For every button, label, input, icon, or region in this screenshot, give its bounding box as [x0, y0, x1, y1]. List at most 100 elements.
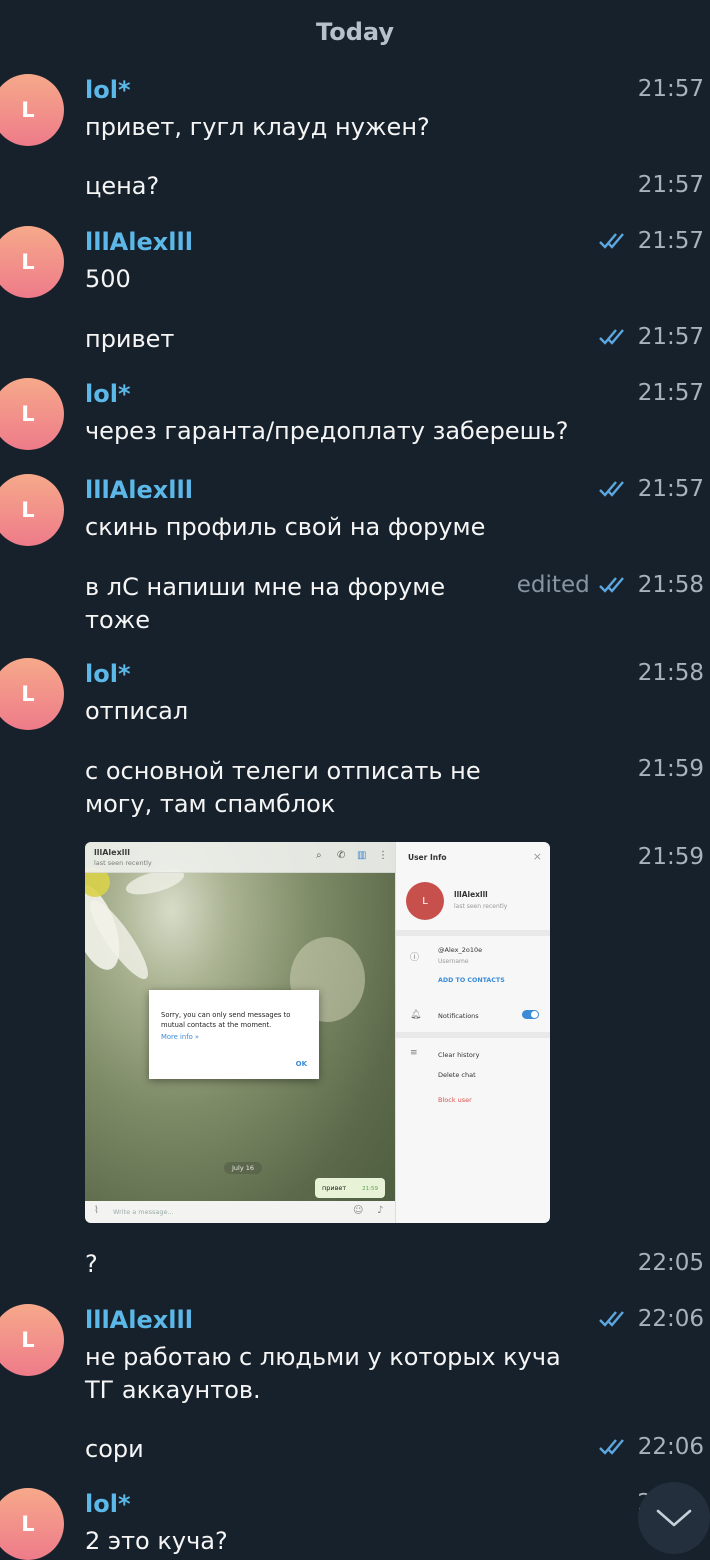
time-label: 21:57 — [637, 76, 704, 102]
sender-name[interactable]: lllAlexlll — [85, 1306, 193, 1334]
double-check-icon — [598, 481, 624, 497]
message-time: 21:59 — [638, 844, 704, 870]
photo-dialog-ok: OK — [295, 1060, 307, 1068]
time-label: 21:58 — [637, 572, 704, 598]
message-time: 21:57 — [598, 228, 704, 254]
message-text: 500 — [85, 265, 131, 293]
photo-panel-name: lllAlexlll — [454, 890, 488, 899]
avatar[interactable]: L — [0, 1488, 64, 1560]
emoji-icon: ☺ — [353, 1205, 364, 1216]
avatar[interactable]: L — [0, 226, 64, 298]
time-label: 21:57 — [637, 324, 704, 350]
avatar[interactable]: L — [0, 74, 64, 146]
photo-chat-name: lllAlexlll — [94, 848, 130, 857]
sender-name[interactable]: lol* — [85, 380, 131, 408]
message-time: 21:58 — [638, 660, 704, 686]
photo-attachment[interactable]: lllAlexlll last seen recently ⌕ ✆ ▥ ⋮ So… — [85, 842, 550, 1223]
sender-name[interactable]: lllAlexlll — [85, 228, 193, 256]
bell-icon: 🔔︎ — [410, 1010, 422, 1020]
double-check-icon — [598, 577, 624, 593]
message-text: привет, гугл клауд нужен? — [85, 113, 430, 141]
time-label: 21:57 — [637, 476, 704, 502]
list-icon: ≡ — [410, 1048, 418, 1058]
message-text: сори — [85, 1435, 144, 1463]
attach-icon: ⌇ — [94, 1205, 99, 1216]
avatar[interactable]: L — [0, 474, 64, 546]
time-label: 21:59 — [637, 844, 704, 870]
photo-panel-delete-chat: Delete chat — [438, 1071, 476, 1079]
photo-panel-notifications: Notifications — [438, 1012, 479, 1020]
time-label: 22:05 — [637, 1250, 704, 1276]
message-line: в лС напиши мне на форуме — [85, 573, 446, 601]
info-icon: ⓘ — [410, 953, 420, 963]
photo-panel-username-label: Username — [438, 958, 469, 965]
photo-panel-clear-history: Clear history — [438, 1051, 480, 1059]
sidebar-icon: ▥ — [357, 850, 367, 861]
message-time: edited 21:58 — [517, 572, 704, 598]
message-text: не работаю с людьми у которых куча ТГ ак… — [85, 1341, 561, 1407]
message-time: 21:59 — [638, 756, 704, 782]
date-header: Today — [316, 18, 394, 46]
message-text: скинь профиль свой на форуме — [85, 513, 486, 541]
avatar[interactable]: L — [0, 658, 64, 730]
sender-name[interactable]: lllAlexlll — [85, 476, 193, 504]
photo-dialog-text: Sorry, you can only send messages to mut… — [161, 1011, 291, 1029]
time-label: 21:57 — [637, 228, 704, 254]
message-time: 22:06 — [598, 1306, 704, 1332]
photo-day-pill: July 16 — [224, 1162, 263, 1174]
double-check-icon — [598, 233, 624, 249]
time-label: 21:57 — [637, 380, 704, 406]
photo-chat-status: last seen recently — [94, 859, 152, 867]
avatar[interactable]: L — [0, 1304, 64, 1376]
photo-out-text: привет — [322, 1184, 347, 1192]
photo-out-time: 21:59 — [362, 1186, 378, 1192]
chevron-down-icon — [656, 1509, 692, 1527]
time-label: 22:06 — [637, 1434, 704, 1460]
message-line: не работаю с людьми у которых куча — [85, 1343, 561, 1371]
photo-out-bubble: привет 21:59 — [315, 1178, 385, 1198]
message-text: ? — [85, 1250, 98, 1278]
mic-icon: ♪ — [377, 1205, 384, 1216]
notifications-toggle — [522, 1010, 539, 1019]
more-icon: ⋮ — [378, 850, 388, 861]
photo-topbar: lllAlexlll last seen recently ⌕ ✆ ▥ ⋮ — [85, 842, 395, 873]
message-time: 22:06 — [598, 1434, 704, 1460]
photo-dialog-link: More info » — [161, 1033, 200, 1041]
photo-panel-username: @Alex_2o10e — [438, 946, 483, 954]
close-icon: × — [532, 850, 542, 863]
photo-panel-avatar: L — [406, 882, 444, 920]
message-time: 21:57 — [638, 172, 704, 198]
message-text: в лС напиши мне на форуме тоже — [85, 571, 445, 637]
message-time: 21:57 — [638, 380, 704, 406]
sender-name[interactable]: lol* — [85, 660, 131, 688]
time-label: 22:06 — [637, 1306, 704, 1332]
message-line: ТГ аккаунтов. — [85, 1376, 261, 1404]
divider — [396, 930, 550, 936]
time-label: 21:57 — [637, 172, 704, 198]
time-label: 21:58 — [637, 660, 704, 686]
message-time: 21:57 — [598, 324, 704, 350]
sender-name[interactable]: lol* — [85, 1490, 131, 1518]
divider — [396, 1032, 550, 1038]
sender-name[interactable]: lol* — [85, 76, 131, 104]
scroll-to-bottom-button[interactable] — [638, 1482, 710, 1554]
edited-label: edited — [516, 572, 590, 598]
message-text: привет — [85, 325, 175, 353]
photo-user-info-panel: User Info × L lllAlexlll last seen recen… — [395, 842, 550, 1223]
photo-panel-title: User Info — [408, 853, 447, 862]
message-text: цена? — [85, 172, 160, 200]
message-time: 22:05 — [638, 1250, 704, 1276]
message-time: 21:57 — [638, 76, 704, 102]
avatar[interactable]: L — [0, 378, 64, 450]
photo-panel-block-user: Block user — [438, 1096, 472, 1104]
double-check-icon — [598, 1439, 624, 1455]
photo-dialog: Sorry, you can only send messages to mut… — [149, 990, 319, 1079]
double-check-icon — [598, 1311, 624, 1327]
message-text: с основной телеги отписать не могу, там … — [85, 755, 481, 821]
phone-icon: ✆ — [337, 850, 346, 861]
time-label: 21:59 — [637, 756, 704, 782]
message-time: 21:57 — [598, 476, 704, 502]
message-line: тоже — [85, 606, 151, 634]
message-text: через гаранта/предоплату заберешь? — [85, 417, 569, 445]
search-icon: ⌕ — [316, 850, 322, 861]
